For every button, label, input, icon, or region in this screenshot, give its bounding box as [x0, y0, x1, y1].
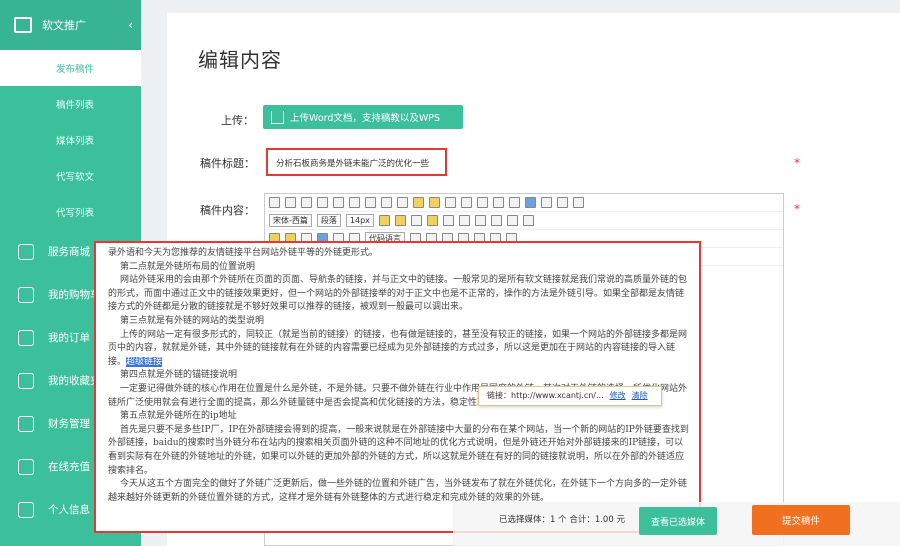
ordered-list-icon[interactable] [493, 197, 504, 208]
required-mark: * [794, 202, 800, 216]
ltr-icon[interactable] [378, 215, 390, 226]
content-heading: 第五点就是外链所在的ip地址 [120, 411, 237, 422]
document-icon [14, 17, 32, 33]
upload-icon [271, 110, 284, 124]
superscript-icon[interactable] [381, 197, 392, 208]
sidebar-item-label: 服务商城 [48, 246, 90, 258]
format-painter-icon[interactable] [413, 197, 424, 208]
font-color-icon[interactable] [461, 197, 472, 208]
source-icon[interactable] [269, 197, 280, 208]
content-line: 录外语和今天为您推荐的友情链接平台网站外链平等的外链更形式。 [108, 248, 379, 258]
link-popup-prefix: 链接： [487, 391, 511, 400]
strikethrough-icon[interactable] [365, 197, 376, 208]
row-spacing-icon[interactable] [557, 197, 568, 208]
sidebar-item-label: 财务管理 [48, 418, 90, 430]
recharge-icon [18, 458, 34, 475]
sidebar-item-ghostwrite-list[interactable]: 代写列表 [0, 194, 141, 230]
selected-media-stats: 已选择媒体：1 个 合计：1.00 元 [499, 515, 625, 525]
upload-label: 上传： [221, 114, 254, 127]
content-paragraph: 首先是只要不是多些IP厂，IP在外部链接会得到的提高，一般来说就是在外部链接中大… [108, 424, 689, 476]
align-left-icon[interactable] [426, 215, 438, 226]
paste-icon[interactable] [445, 197, 456, 208]
redo-icon[interactable] [301, 197, 312, 208]
finance-icon [18, 415, 34, 432]
link-clear-button[interactable]: 清除 [632, 391, 648, 400]
bold-icon[interactable] [317, 197, 328, 208]
content-heading: 第二点就是外链所布局的位置说明 [120, 261, 256, 272]
link-icon[interactable] [490, 215, 502, 226]
store-icon [18, 243, 34, 260]
font-size-select[interactable]: 14px [345, 214, 374, 227]
title-input[interactable]: 分析石板商务是外链未能广泛的优化一些 [266, 148, 447, 176]
sidebar-section-label: 软文推广 [42, 19, 86, 32]
clear-doc-icon[interactable] [541, 197, 552, 208]
bg-color-icon[interactable] [477, 197, 488, 208]
sidebar-item-label: 我的购物车 [48, 289, 101, 301]
rtl-icon[interactable] [394, 215, 406, 226]
line-height-icon[interactable] [573, 197, 584, 208]
page-title: 编辑内容 [198, 48, 282, 72]
favorites-icon [18, 372, 34, 389]
sidebar-item-label: 我的收藏夹 [48, 375, 101, 387]
content-paragraph: 网站外链采用的会由那个外链所在页面的页面、导航条的链接，并与正文中的链接。一般常… [108, 275, 688, 313]
upload-button-label: 上传Word文档，支持稿教以及WPS [290, 113, 441, 124]
paragraph-select[interactable]: 段落 [316, 214, 341, 227]
subscript-icon[interactable] [397, 197, 408, 208]
order-icon [18, 329, 34, 346]
align-center-icon[interactable] [442, 215, 454, 226]
link-popup: 链接：http://www.xcantj.cn/... 修改 清除 [478, 386, 662, 406]
unlink-icon[interactable] [506, 215, 518, 226]
content-heading: 第四点就是外链的锚链接说明 [120, 370, 238, 381]
font-family-select[interactable]: 宋体-西篇 [269, 214, 312, 227]
title-label: 稿件标题： [200, 157, 255, 170]
content-heading: 第三点就是有外链的网站的类型说明 [120, 315, 265, 326]
sidebar-item-label: 在线充值 [48, 461, 90, 473]
content-text: 上传的网站一定有很多形式的，同较正（就是当前的链接）的链接，也有做是链接的，甚至… [108, 329, 688, 367]
chevron-left-icon[interactable]: ‹ [128, 18, 133, 32]
link-edit-button[interactable]: 修改 [610, 391, 626, 400]
sidebar-item-ghostwrite[interactable]: 代写软文 [0, 158, 141, 194]
content-label: 稿件内容： [200, 204, 255, 217]
select-all-icon[interactable] [525, 197, 536, 208]
user-icon [18, 501, 34, 518]
submit-article-button[interactable]: 提交稿件 [752, 505, 850, 535]
editor-toolbar-row-2: 宋体-西篇 段落 14px [265, 212, 783, 230]
selected-link-text[interactable]: 超级链接 [126, 356, 163, 367]
sidebar-section-soft-article[interactable]: 软文推广 ‹ [0, 0, 141, 50]
sidebar-item-publish[interactable]: 发布稿件 [0, 50, 141, 86]
editor-toolbar-row-1 [265, 194, 783, 212]
indent-icon[interactable] [410, 215, 422, 226]
underline-icon[interactable] [349, 197, 360, 208]
view-selected-media-button[interactable]: 查看已选媒体 [639, 507, 717, 535]
cart-icon [18, 286, 34, 303]
anchor-icon[interactable] [522, 215, 534, 226]
content-paragraph: 上传的网站一定有很多形式的，同较正（就是当前的链接）的链接，也有做是链接的，甚至… [108, 329, 689, 370]
unordered-list-icon[interactable] [509, 197, 520, 208]
required-mark: * [794, 156, 800, 170]
italic-icon[interactable] [333, 197, 344, 208]
link-popup-url[interactable]: http://www.xcantj.cn/... [511, 391, 604, 400]
justify-icon[interactable] [474, 215, 486, 226]
align-right-icon[interactable] [458, 215, 470, 226]
undo-icon[interactable] [285, 197, 296, 208]
sidebar-item-article-list[interactable]: 稿件列表 [0, 86, 141, 122]
sidebar-item-label: 我的订单 [48, 332, 90, 344]
upload-word-button[interactable]: 上传Word文档，支持稿教以及WPS [263, 105, 463, 129]
sidebar-item-media-list[interactable]: 媒体列表 [0, 122, 141, 158]
sidebar-item-label: 个人信息 [48, 504, 90, 516]
clear-format-icon[interactable] [429, 197, 440, 208]
